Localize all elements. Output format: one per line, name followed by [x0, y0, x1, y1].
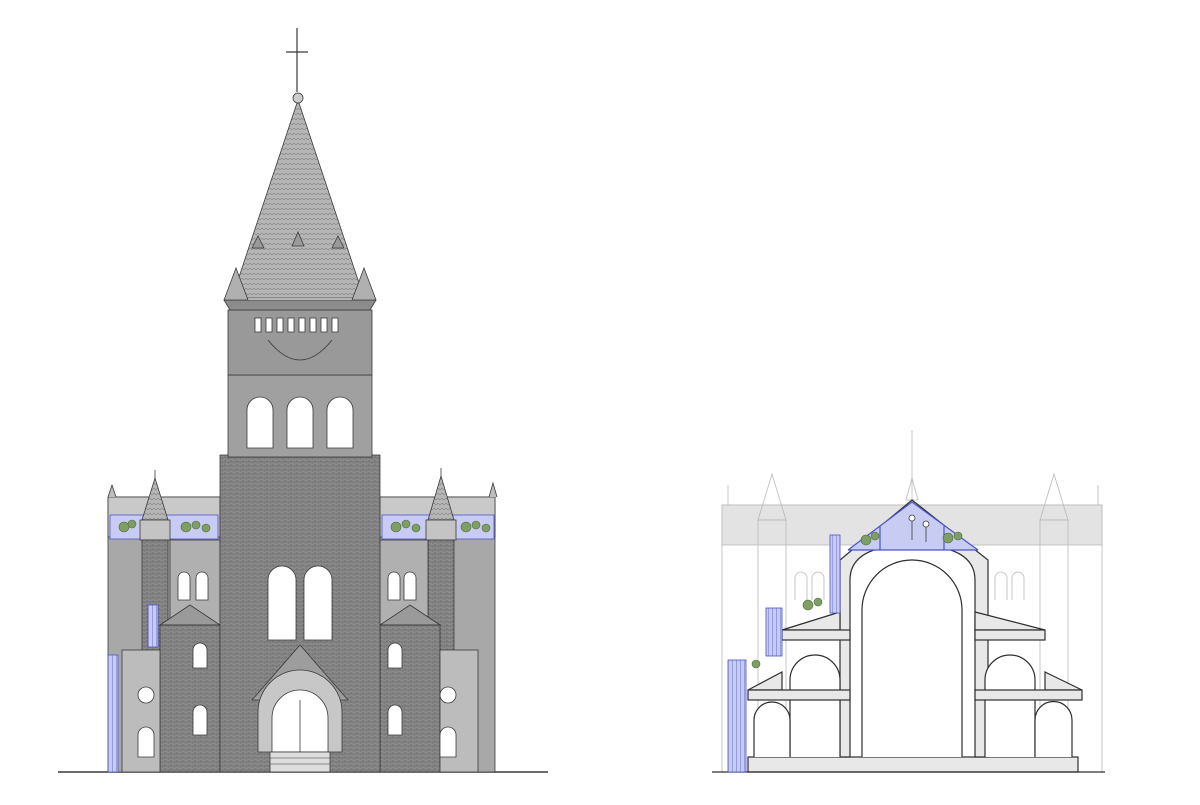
drawing-svg — [58, 28, 1105, 773]
aisle-section-left — [747, 611, 851, 757]
aisle-section-right — [974, 611, 1083, 757]
cross-icon — [286, 28, 308, 92]
outer-bay-left — [121, 649, 161, 773]
front-elevation — [58, 28, 548, 773]
chapel-right — [378, 604, 442, 773]
chapel-left — [158, 604, 222, 773]
cross-section — [712, 430, 1105, 773]
spire — [223, 92, 377, 311]
proposal-stair-mid — [147, 604, 159, 648]
outer-bay-right — [439, 649, 479, 773]
section-ground-slab — [747, 756, 1079, 773]
proposal-stair-left — [107, 654, 119, 773]
drawing-canvas — [0, 0, 1200, 800]
